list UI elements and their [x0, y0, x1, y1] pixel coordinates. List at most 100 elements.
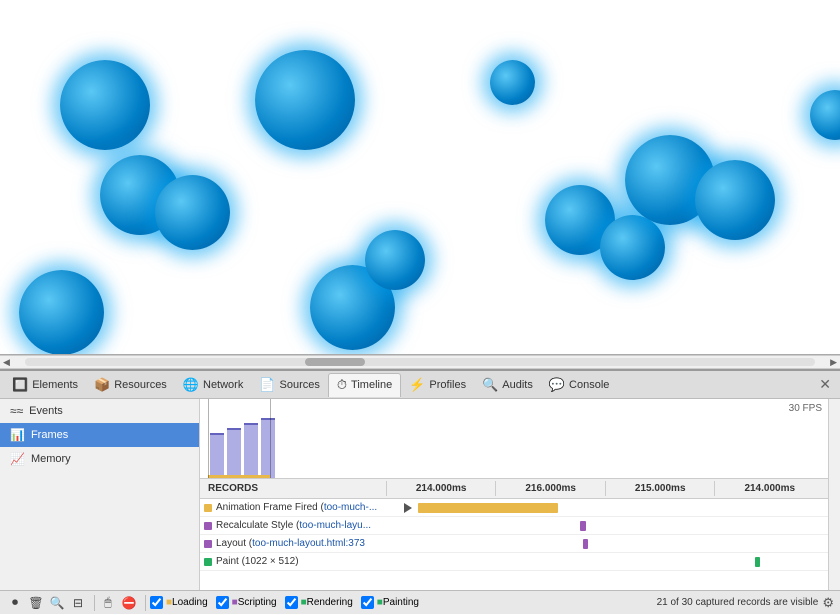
table-row: Layout (too-much-layout.html:373 — [200, 535, 828, 553]
toolbar-sep-2 — [145, 595, 146, 611]
frame-bar — [227, 428, 241, 478]
frame-bar — [244, 423, 258, 478]
timeline-graph: 30 FPS — [200, 399, 828, 479]
filter-loading[interactable]: ■ Loading — [150, 596, 208, 609]
record-link[interactable]: too-much-... — [324, 502, 377, 513]
record-label: Paint (1022 × 512) — [200, 554, 400, 569]
console-icon: 💬 — [549, 377, 565, 393]
stop-button[interactable]: ⛔ — [120, 594, 138, 612]
time-col-1: 214.000ms — [386, 481, 496, 496]
time-col-2: 216.000ms — [495, 481, 605, 496]
table-row: Animation Frame Fired (too-much-... — [200, 499, 828, 517]
memory-icon: 📈 — [10, 452, 25, 466]
tab-elements[interactable]: 🔲 Elements — [4, 373, 86, 397]
sidebar-events-label: Events — [29, 405, 63, 417]
sidebar-item-frames[interactable]: 📊 Frames — [0, 423, 199, 447]
scroll-left-btn[interactable]: ◀ — [0, 357, 13, 368]
record-bar-area — [400, 535, 828, 552]
sidebar-frames-label: Frames — [31, 429, 68, 441]
record-text: Recalculate Style (too-much-layu... — [216, 520, 371, 531]
devtools-body: ≈≈ Events 📊 Frames 📈 Memory 30 FPS — [0, 399, 840, 590]
bubble — [60, 60, 150, 150]
sidebar-item-events[interactable]: ≈≈ Events — [0, 399, 199, 423]
table-row: Paint (1022 × 512) — [200, 553, 828, 571]
filter-rendering-checkbox[interactable] — [285, 596, 298, 609]
filter-scripting-checkbox[interactable] — [216, 596, 229, 609]
bubble — [490, 60, 535, 105]
expand-triangle[interactable] — [404, 503, 412, 513]
left-panel: ≈≈ Events 📊 Frames 📈 Memory — [0, 399, 200, 590]
scrollbar-thumb[interactable] — [305, 358, 365, 366]
select-button[interactable]: 🖱 — [99, 594, 117, 612]
right-scrollbar[interactable] — [828, 399, 840, 590]
clear-button[interactable]: 🗑 — [27, 594, 45, 612]
filter-rendering[interactable]: ■ Rendering — [285, 596, 353, 609]
events-icon: ≈≈ — [10, 404, 23, 418]
devtools-tab-bar: 🔲 Elements 📦 Resources 🌐 Network 📄 Sourc… — [0, 371, 840, 399]
records-header-text: RECORDS — [208, 483, 258, 494]
tab-audits[interactable]: 🔍 Audits — [474, 373, 541, 397]
audits-icon: 🔍 — [482, 377, 498, 393]
scroll-right-btn[interactable]: ▶ — [827, 357, 840, 368]
record-text: Layout (too-much-layout.html:373 — [216, 538, 365, 549]
record-bar — [755, 557, 760, 567]
records-area: Animation Frame Fired (too-much-... Recal… — [200, 499, 828, 590]
bubble — [810, 90, 840, 140]
tab-resources[interactable]: 📦 Resources — [86, 373, 175, 397]
horizontal-scrollbar[interactable]: ◀ ▶ — [0, 355, 840, 369]
tab-timeline-label: Timeline — [351, 379, 392, 391]
timeline-icon: ⏱ — [337, 377, 347, 393]
filter-painting[interactable]: ■ Painting — [361, 596, 419, 609]
filter-loading-label: Loading — [172, 597, 208, 608]
tab-console[interactable]: 💬 Console — [541, 373, 618, 397]
devtools-close-btn[interactable]: ✕ — [814, 374, 836, 395]
record-label: Recalculate Style (too-much-layu... — [200, 518, 400, 533]
tab-profiles-label: Profiles — [429, 379, 466, 391]
tab-sources-label: Sources — [280, 379, 320, 391]
record-label: Layout (too-much-layout.html:373 — [200, 536, 400, 551]
filter-button[interactable]: ⊟ — [69, 594, 87, 612]
tab-profiles[interactable]: ⚡ Profiles — [401, 373, 474, 397]
tab-network[interactable]: 🌐 Network — [175, 373, 252, 397]
record-bar — [418, 503, 558, 513]
sidebar-item-memory[interactable]: 📈 Memory — [0, 447, 199, 471]
elements-icon: 🔲 — [12, 377, 28, 393]
filter-loading-checkbox[interactable] — [150, 596, 163, 609]
bubble — [19, 270, 104, 355]
records-header-label: RECORDS — [204, 481, 386, 496]
record-color-dot — [204, 522, 212, 530]
frames-container — [200, 399, 828, 478]
record-color-dot — [204, 558, 212, 566]
filter-scripting-label: Scripting — [238, 597, 277, 608]
record-link[interactable]: too-much-layout.html:373 — [252, 538, 365, 549]
search-button[interactable]: 🔍 — [48, 594, 66, 612]
tab-timeline[interactable]: ⏱ Timeline — [328, 373, 401, 397]
scrollbar-track[interactable] — [25, 358, 815, 366]
sources-icon: 📄 — [259, 377, 275, 393]
record-color-dot — [204, 540, 212, 548]
tab-elements-label: Elements — [32, 379, 78, 391]
timeline-vline — [270, 399, 271, 478]
filter-scripting[interactable]: ■ Scripting — [216, 596, 277, 609]
timeline-selection-line — [208, 475, 270, 478]
tab-audits-label: Audits — [502, 379, 533, 391]
settings-icon[interactable]: ⚙ — [822, 595, 834, 611]
record-link[interactable]: too-much-layu... — [299, 520, 371, 531]
record-text: Paint (1022 × 512) — [216, 556, 299, 567]
filter-painting-label: Painting — [383, 597, 419, 608]
bubble — [365, 230, 425, 290]
bubble — [695, 160, 775, 240]
record-bar — [583, 539, 588, 549]
record-bar — [580, 521, 586, 531]
filter-painting-checkbox[interactable] — [361, 596, 374, 609]
record-color-dot — [204, 504, 212, 512]
record-bar-area — [400, 499, 828, 516]
bubble — [155, 175, 230, 250]
record-button[interactable]: ⏺ — [6, 594, 24, 612]
record-bar-area — [400, 517, 828, 534]
tab-sources[interactable]: 📄 Sources — [251, 373, 328, 397]
browser-viewport — [0, 0, 840, 355]
network-icon: 🌐 — [183, 377, 199, 393]
devtools-panel: 🔲 Elements 📦 Resources 🌐 Network 📄 Sourc… — [0, 369, 840, 614]
filter-rendering-label: Rendering — [307, 597, 353, 608]
